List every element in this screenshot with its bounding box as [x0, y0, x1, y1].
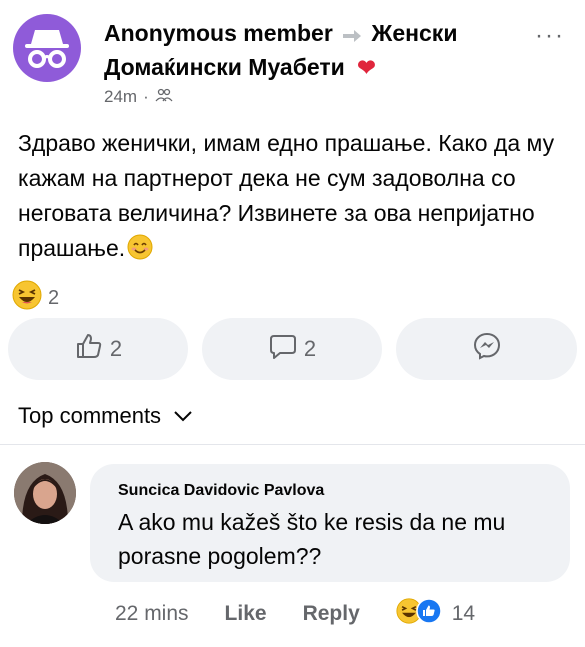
group-name[interactable]: Женски	[372, 20, 458, 46]
post-meta: 24m ·	[104, 87, 504, 107]
comment-like-link[interactable]: Like	[225, 602, 267, 626]
reaction-count: 2	[48, 286, 60, 309]
comment-author[interactable]: Suncica Davidovic Pavlova	[118, 482, 324, 500]
like-count: 2	[109, 336, 123, 361]
divider	[0, 444, 585, 445]
comment-count: 2	[303, 336, 317, 361]
more-options-icon[interactable]: ···	[535, 22, 565, 50]
incognito-icon	[25, 30, 69, 68]
messenger-icon	[472, 331, 502, 367]
post-body: Здраво женички, имам едно прашање. Како …	[18, 126, 578, 270]
heart-emoji: ❤	[357, 54, 376, 80]
arrow-icon	[343, 20, 362, 50]
comment-text: A ako mu kažeš što ke resis da ne mu por…	[118, 509, 506, 569]
post-header: Anonymous member Женски Домаќински Муабе…	[104, 18, 504, 107]
thumbs-up-icon	[416, 598, 442, 630]
post-body-text: Здраво женички, имам едно прашање. Како …	[18, 130, 555, 261]
comment-reaction-count: 14	[451, 602, 476, 625]
smiling-emoji-icon	[127, 234, 153, 270]
anonymous-avatar[interactable]	[13, 14, 81, 82]
comment-reply-link[interactable]: Reply	[303, 602, 360, 626]
top-comments-filter[interactable]: Top comments	[18, 403, 193, 429]
comment-reactions[interactable]	[396, 598, 442, 630]
chevron-down-icon	[173, 403, 193, 429]
top-comments-label: Top comments	[18, 403, 162, 428]
group-name-cont[interactable]: Домаќински Муабети	[104, 54, 345, 80]
laughing-emoji-icon	[12, 280, 42, 316]
like-button[interactable]: 2	[8, 318, 188, 380]
thumbs-up-icon	[74, 331, 104, 367]
meta-separator: ·	[143, 86, 149, 106]
group-audience-icon	[155, 87, 173, 107]
commenter-avatar[interactable]	[14, 462, 76, 524]
post-time[interactable]: 24m	[104, 87, 137, 107]
comment-button[interactable]: 2	[202, 318, 382, 380]
comment-bubble-icon	[268, 331, 298, 367]
post-reactions[interactable]: 2	[12, 280, 59, 316]
comment-actions: 22 mins Like Reply 14	[115, 598, 475, 630]
comment-time[interactable]: 22 mins	[115, 602, 189, 626]
send-messenger-button[interactable]	[396, 318, 577, 380]
author-name[interactable]: Anonymous member	[104, 20, 333, 46]
